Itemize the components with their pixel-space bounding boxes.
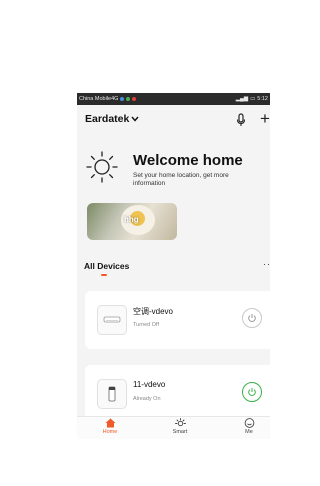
carrier-label: China Mobile4G bbox=[79, 96, 119, 102]
status-bar: China Mobile4G ▂▄▆ ▭ 5:12 bbox=[77, 93, 270, 105]
notification-icon bbox=[120, 97, 125, 101]
device-thumbnail bbox=[97, 379, 127, 409]
power-button[interactable] bbox=[242, 382, 262, 402]
message-icon bbox=[126, 97, 131, 101]
air-conditioner-icon bbox=[103, 316, 121, 323]
welcome-subtitle: Set your home location, get more informa… bbox=[133, 172, 229, 187]
power-icon bbox=[248, 388, 256, 396]
tab-me[interactable]: Me bbox=[229, 418, 269, 435]
welcome-banner[interactable]: Welcome home Set your home location, get… bbox=[85, 150, 270, 190]
home-icon bbox=[105, 418, 115, 428]
tab-label: Home bbox=[102, 429, 118, 435]
clock: 5:12 bbox=[257, 96, 268, 102]
tab-indicator bbox=[101, 274, 107, 276]
app-screen: China Mobile4G ▂▄▆ ▭ 5:12 Eardatek + Wel… bbox=[77, 93, 270, 439]
scene-card[interactable]: hhg bbox=[87, 203, 177, 240]
device-status: Already On bbox=[133, 396, 161, 402]
battery-icon: ▭ bbox=[250, 96, 256, 102]
device-status: Turned Off bbox=[133, 322, 159, 328]
tab-home[interactable]: Home bbox=[90, 418, 130, 435]
tab-smart[interactable]: Smart bbox=[160, 418, 200, 435]
home-selector[interactable]: Eardatek bbox=[85, 113, 139, 125]
device-card[interactable]: 11-vdevo Already On bbox=[85, 365, 270, 423]
bottom-tab-bar: Home Smart Me bbox=[77, 416, 270, 439]
welcome-title: Welcome home bbox=[133, 152, 243, 169]
tab-label: Smart bbox=[172, 429, 188, 435]
microphone-icon[interactable] bbox=[235, 113, 247, 127]
power-button[interactable] bbox=[242, 308, 262, 328]
top-bar: Eardatek + bbox=[77, 109, 270, 131]
app-notification-icon bbox=[132, 97, 137, 101]
add-button[interactable]: + bbox=[260, 109, 270, 129]
device-card[interactable]: 空调-vdevo Turned Off bbox=[85, 291, 270, 349]
power-icon bbox=[248, 314, 256, 322]
device-name: 11-vdevo bbox=[133, 380, 166, 389]
device-name: 空调-vdevo bbox=[133, 307, 174, 316]
signal-icon: ▂▄▆ bbox=[235, 96, 249, 102]
chevron-down-icon bbox=[131, 116, 139, 122]
profile-icon bbox=[244, 418, 254, 428]
smart-icon bbox=[174, 418, 186, 427]
more-options-icon[interactable]: ·· bbox=[263, 259, 270, 269]
home-name: Eardatek bbox=[85, 113, 130, 125]
sun-icon bbox=[86, 151, 118, 183]
all-devices-tab[interactable]: All Devices bbox=[84, 261, 129, 271]
scene-label: hhg bbox=[124, 215, 139, 224]
humidifier-icon bbox=[108, 386, 116, 402]
device-thumbnail bbox=[97, 305, 127, 335]
tab-label: Me bbox=[245, 429, 253, 435]
